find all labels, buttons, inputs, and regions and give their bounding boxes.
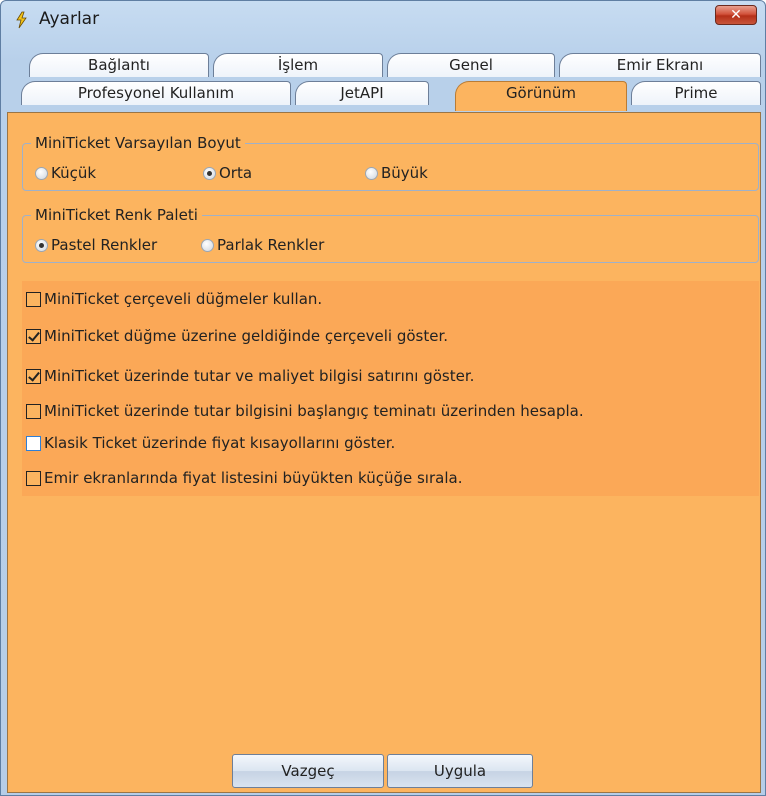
checkbox-tutar-maliyet[interactable]: MiniTicket üzerinde tutar ve maliyet bil… bbox=[26, 366, 474, 386]
radio-label: Büyük bbox=[381, 164, 428, 182]
radio-label: Orta bbox=[219, 164, 253, 182]
radio-dot bbox=[201, 239, 214, 252]
radio-dot bbox=[35, 167, 48, 180]
cancel-button[interactable]: Vazgeç bbox=[232, 754, 384, 788]
checkbox-label: MiniTicket üzerinde tutar ve maliyet bil… bbox=[44, 367, 475, 385]
tab-baglanti[interactable]: Bağlantı bbox=[29, 53, 209, 77]
radio-label: Pastel Renkler bbox=[51, 236, 158, 254]
radio-dot bbox=[365, 167, 378, 180]
radio-label: Küçük bbox=[51, 164, 97, 182]
checkbox-label: MiniTicket üzerinde tutar bilgisini başl… bbox=[44, 402, 584, 420]
checkbox-label: Emir ekranlarında fiyat listesini büyükt… bbox=[44, 469, 463, 487]
checkbox-box-checked[interactable] bbox=[26, 329, 41, 344]
window-title: Ayarlar bbox=[39, 9, 100, 29]
checkbox-label: MiniTicket çerçeveli düğmeler kullan. bbox=[44, 290, 323, 308]
close-icon: ✕ bbox=[730, 7, 742, 23]
checkbox-klasik-ticket[interactable]: Klasik Ticket üzerinde fiyat kısayolları… bbox=[26, 433, 395, 453]
radio-label: Parlak Renkler bbox=[217, 236, 325, 254]
checkbox-baslangic-teminati[interactable]: MiniTicket üzerinde tutar bilgisini başl… bbox=[26, 401, 584, 421]
checkbox-box-checked[interactable] bbox=[26, 369, 41, 384]
tab-prime[interactable]: Prime bbox=[631, 81, 761, 105]
checkbox-dugme-uzerine[interactable]: MiniTicket düğme üzerine geldiğinde çerç… bbox=[26, 326, 448, 346]
radio-buyuk[interactable]: Büyük bbox=[365, 164, 428, 182]
radio-dot-selected bbox=[203, 167, 216, 180]
tab-jetapi[interactable]: JetAPI bbox=[295, 81, 429, 105]
checkbox-box[interactable] bbox=[26, 471, 41, 486]
palette-group: MiniTicket Renk Paleti Pastel Renkler Pa… bbox=[22, 206, 759, 263]
checkbox-label: MiniTicket düğme üzerine geldiğinde çerç… bbox=[44, 327, 449, 345]
radio-pastel-renkler[interactable]: Pastel Renkler bbox=[35, 236, 157, 254]
close-button[interactable]: ✕ bbox=[715, 5, 757, 25]
radio-dot-selected bbox=[35, 239, 48, 252]
size-group-legend: MiniTicket Varsayılan Boyut bbox=[31, 134, 245, 152]
radio-parlak-renkler[interactable]: Parlak Renkler bbox=[201, 236, 324, 254]
options-area bbox=[22, 281, 759, 496]
checkbox-label: Klasik Ticket üzerinde fiyat kısayolları… bbox=[44, 434, 396, 452]
tab-islem[interactable]: İşlem bbox=[213, 53, 383, 77]
checkbox-cerceveli-dugmeler[interactable]: MiniTicket çerçeveli düğmeler kullan. bbox=[26, 289, 322, 309]
size-group: MiniTicket Varsayılan Boyut Küçük Orta B… bbox=[22, 134, 759, 191]
checkbox-box[interactable] bbox=[26, 404, 41, 419]
checkbox-box[interactable] bbox=[26, 292, 41, 307]
settings-window: Ayarlar ✕ Bağlantı İşlem Genel Emir Ekra… bbox=[0, 0, 766, 796]
title-bar[interactable]: Ayarlar ✕ bbox=[1, 1, 765, 39]
lightning-icon bbox=[16, 11, 27, 29]
checkbox-box[interactable] bbox=[26, 436, 41, 451]
radio-orta[interactable]: Orta bbox=[203, 164, 252, 182]
apply-button[interactable]: Uygula bbox=[387, 754, 533, 788]
tab-strip: Bağlantı İşlem Genel Emir Ekranı Profesy… bbox=[7, 53, 761, 111]
palette-group-legend: MiniTicket Renk Paleti bbox=[31, 206, 202, 224]
gorunum-panel: MiniTicket Varsayılan Boyut Küçük Orta B… bbox=[7, 112, 761, 793]
tab-gorunum[interactable]: Görünüm bbox=[455, 81, 627, 111]
radio-kucuk[interactable]: Küçük bbox=[35, 164, 96, 182]
checkbox-fiyat-listesi[interactable]: Emir ekranlarında fiyat listesini büyükt… bbox=[26, 468, 462, 488]
tab-genel[interactable]: Genel bbox=[387, 53, 555, 77]
tab-emir-ekrani[interactable]: Emir Ekranı bbox=[559, 53, 761, 77]
tab-profesyonel-kullanim[interactable]: Profesyonel Kullanım bbox=[21, 81, 291, 105]
